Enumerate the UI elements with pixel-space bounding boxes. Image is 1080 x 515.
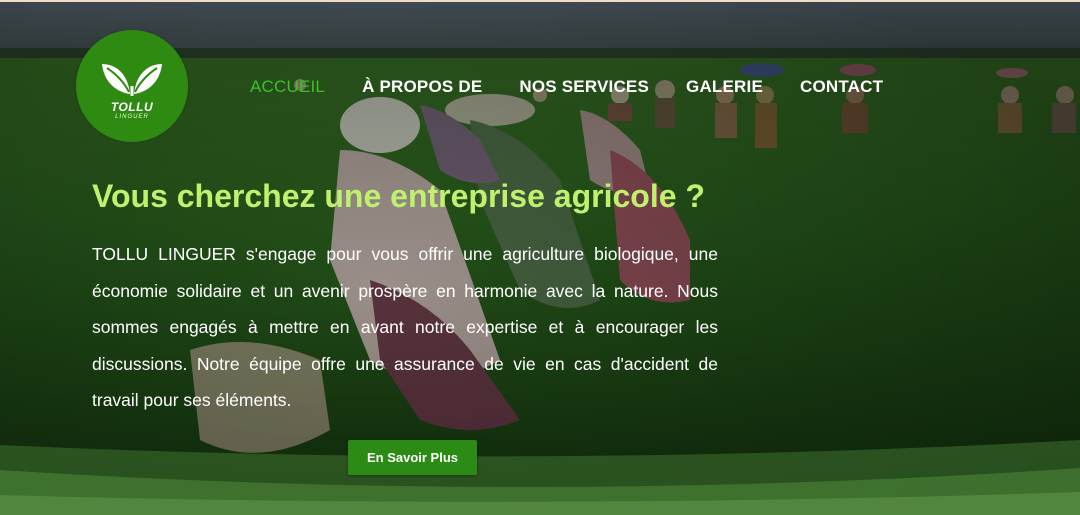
logo[interactable]: TOLLU LINGUER [76,30,188,142]
logo-subtitle: LINGUER [115,114,149,120]
nav-item-accueil[interactable]: ACCUEIL [250,77,325,97]
hero-section: TOLLU LINGUER ACCUEIL À PROPOS DE NOS SE… [0,0,1080,515]
nav-item-contact[interactable]: CONTACT [800,77,883,97]
leaves-icon [102,64,162,96]
logo-title: TOLLU [110,100,154,114]
top-border-line [0,0,1080,2]
learn-more-button[interactable]: En Savoir Plus [348,440,477,475]
hero-description: TOLLU LINGUER s'engage pour vous offrir … [92,244,718,410]
nav-item-galerie[interactable]: GALERIE [686,77,763,97]
hero-headline: Vous cherchez une entreprise agricole ? [92,178,705,214]
main-nav: ACCUEIL À PROPOS DE NOS SERVICES GALERIE… [250,77,883,97]
nav-item-services[interactable]: NOS SERVICES [519,77,649,97]
nav-item-a-propos[interactable]: À PROPOS DE [362,77,482,97]
